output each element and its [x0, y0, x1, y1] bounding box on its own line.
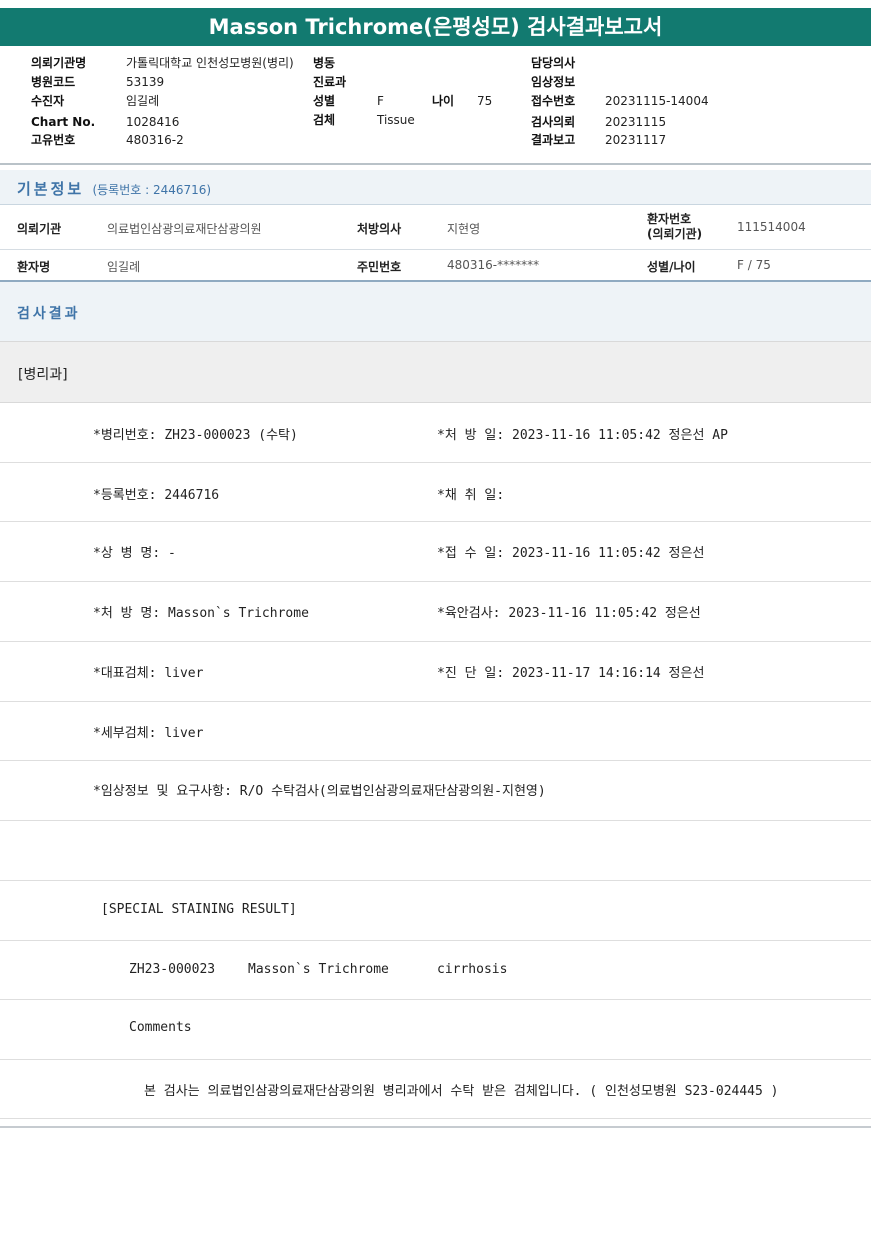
special-staining-header: [SPECIAL STAINING RESULT]	[101, 902, 297, 917]
comment-text: 본 검사는 의료법인삼광의료재단삼광의원 병리과에서 수탁 받은 검체입니다. …	[144, 1084, 779, 1099]
result-row-comment-text: 본 검사는 의료법인삼광의료재단삼광의원 병리과에서 수탁 받은 검체입니다. …	[0, 1060, 871, 1119]
receipt-date: *접 수 일: 2023-11-16 11:05:42 정은선	[437, 546, 705, 561]
label-requesting-institution: 의뢰기관	[17, 222, 62, 236]
header-value-patient: 임길례	[126, 94, 160, 108]
results-section-header: 검사결과	[0, 282, 871, 342]
label-patient-number-line1: 환자번호	[647, 212, 692, 226]
registration-number-note: (등록번호 : 2446716)	[92, 183, 212, 197]
header-divider	[0, 163, 871, 165]
result-row-clinical-info: *임상정보 및 요구사항: R/O 수탁검사(의료법인삼광의료재단삼광의원-지현…	[0, 761, 871, 821]
value-patient-name: 임길례	[107, 260, 141, 274]
gross-exam-date: *육안검사: 2023-11-16 11:05:42 정은선	[437, 606, 701, 621]
header-label-specimen: 검체	[313, 113, 336, 127]
label-patient-name: 환자명	[17, 260, 51, 274]
header-value-hospital-code: 53139	[126, 75, 165, 89]
header-value-specimen: Tissue	[377, 113, 415, 127]
header-value-receipt-no: 20231115-14004	[605, 94, 709, 108]
header-label-receipt-no: 접수번호	[531, 94, 576, 108]
registration-number: *등록번호: 2446716	[93, 488, 220, 503]
header-value-report-date: 20231117	[605, 133, 667, 147]
header-label-report-date: 결과보고	[531, 133, 576, 147]
report-header: 의뢰기관명 가톨릭대학교 인천성모병원(병리) 병원코드 53139 수진자 임…	[0, 54, 871, 158]
result-row-blank	[0, 821, 871, 881]
result-row-pathology-no: *병리번호: ZH23-000023 (수탁) *처 방 일: 2023-11-…	[0, 403, 871, 463]
basic-info-title-text: 기본정보	[17, 180, 85, 198]
header-label-unique-no: 고유번호	[31, 133, 76, 147]
header-label-chart-no: Chart No.	[31, 115, 96, 129]
result-row-comments-label: Comments	[0, 1000, 871, 1060]
prescription-date: *처 방 일: 2023-11-16 11:05:42 정은선 AP	[437, 428, 728, 443]
department-label: [병리과]	[18, 367, 68, 383]
result-row-special-result: ZH23-000023 Masson`s Trichrome cirrhosis	[0, 941, 871, 1000]
pathology-number: *병리번호: ZH23-000023 (수탁)	[93, 428, 298, 443]
header-value-unique-no: 480316-2	[126, 133, 184, 147]
value-patient-number: 111514004	[737, 220, 806, 234]
basic-info-title: 기본정보 (등록번호 : 2446716)	[17, 178, 211, 199]
result-row-detail-specimen: *세부검체: liver	[0, 702, 871, 761]
basic-info-row-1: 의뢰기관 의료법인삼광의료재단삼광의원 처방의사 지현영 환자번호 (의뢰기관) …	[0, 205, 871, 250]
header-value-sex: F	[377, 94, 384, 108]
results-title: 검사결과	[17, 306, 81, 322]
department-band: [병리과]	[0, 342, 871, 403]
report-title: Masson Trichrome(은평성모) 검사결과보고서	[0, 8, 871, 46]
special-pathology-number: ZH23-000023	[129, 962, 216, 977]
header-label-ward: 병동	[313, 56, 336, 70]
result-row-special-header: [SPECIAL STAINING RESULT]	[0, 881, 871, 941]
header-value-age: 75	[477, 94, 493, 108]
special-stain-result: cirrhosis	[437, 962, 508, 977]
header-label-department: 진료과	[313, 75, 347, 89]
comments-label: Comments	[129, 1020, 192, 1035]
header-label-sex: 성별	[313, 94, 336, 108]
header-value-institution: 가톨릭대학교 인천성모병원(병리)	[126, 56, 294, 70]
header-label-age: 나이	[432, 94, 455, 108]
value-resident-number: 480316-*******	[447, 258, 540, 272]
label-patient-number: 환자번호 (의뢰기관)	[647, 212, 702, 242]
disease-name: *상 병 명: -	[93, 546, 176, 561]
header-value-request-date: 20231115	[605, 115, 667, 129]
header-label-institution: 의뢰기관명	[31, 56, 87, 70]
basic-info-row-2: 환자명 임길례 주민번호 480316-******* 성별/나이 F / 75	[0, 250, 871, 280]
label-patient-number-line2: (의뢰기관)	[647, 227, 703, 241]
header-label-patient: 수진자	[31, 94, 65, 108]
value-sex-age: F / 75	[737, 258, 771, 272]
label-resident-number: 주민번호	[357, 260, 402, 274]
label-prescribing-doctor: 처방의사	[357, 222, 402, 236]
detail-specimen: *세부검체: liver	[93, 726, 204, 741]
main-specimen: *대표검체: liver	[93, 666, 204, 681]
report-bottom-divider	[0, 1126, 871, 1128]
clinical-info-request: *임상정보 및 요구사항: R/O 수탁검사(의료법인삼광의료재단삼광의원-지현…	[93, 784, 546, 799]
result-row-order-name: *처 방 명: Masson`s Trichrome *육안검사: 2023-1…	[0, 582, 871, 642]
order-name: *처 방 명: Masson`s Trichrome	[93, 606, 309, 621]
header-value-chart-no: 1028416	[126, 115, 180, 129]
value-requesting-institution: 의료법인삼광의료재단삼광의원	[107, 222, 262, 236]
result-row-registration: *등록번호: 2446716 *채 취 일:	[0, 463, 871, 522]
label-sex-age: 성별/나이	[647, 260, 696, 274]
collection-date: *채 취 일:	[437, 488, 505, 503]
header-label-hospital-code: 병원코드	[31, 75, 76, 89]
result-row-main-specimen: *대표검체: liver *진 단 일: 2023-11-17 14:16:14…	[0, 642, 871, 702]
result-row-diagnosis-name: *상 병 명: - *접 수 일: 2023-11-16 11:05:42 정은…	[0, 522, 871, 582]
diagnosis-date: *진 단 일: 2023-11-17 14:16:14 정은선	[437, 666, 705, 681]
header-label-request-date: 검사의뢰	[531, 115, 576, 129]
basic-info-section-header: 기본정보 (등록번호 : 2446716)	[0, 170, 871, 205]
special-stain-name: Masson`s Trichrome	[248, 962, 389, 977]
header-label-doctor: 담당의사	[531, 56, 576, 70]
value-prescribing-doctor: 지현영	[447, 222, 481, 236]
header-label-clinical-info: 임상정보	[531, 75, 576, 89]
